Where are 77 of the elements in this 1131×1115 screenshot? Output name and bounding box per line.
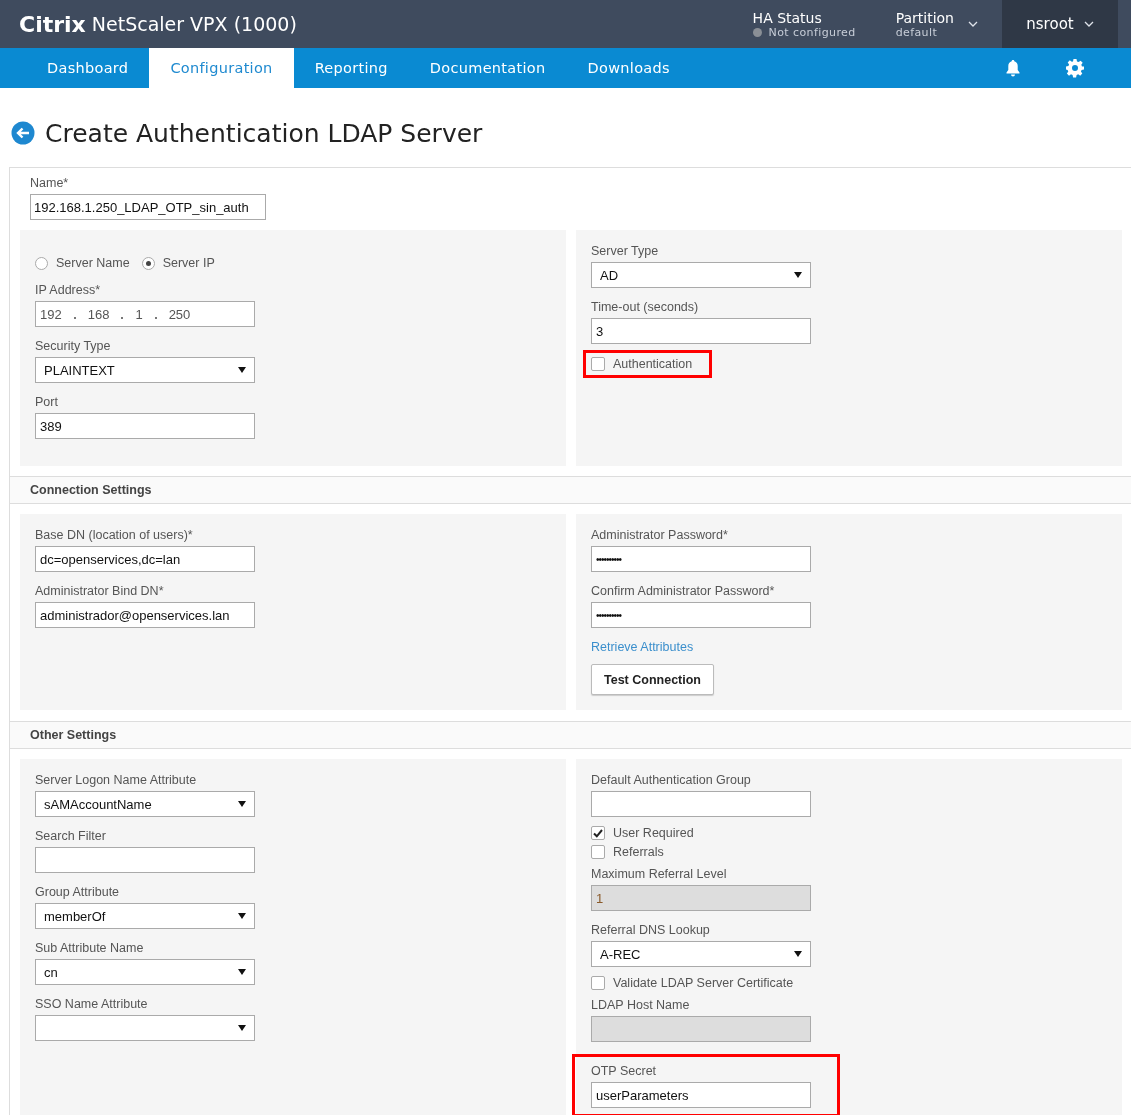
field-label: Group Attribute xyxy=(35,885,121,899)
field-label: SSO Name Attribute xyxy=(35,997,149,1011)
field-label: Time-out (seconds) xyxy=(591,300,700,314)
field-label: Security Type xyxy=(35,339,112,353)
field-label: LDAP Host Name xyxy=(591,998,691,1012)
dropdown[interactable]: sAMAccountName xyxy=(35,791,255,817)
password-input[interactable]: •••••••••• xyxy=(591,602,811,628)
chevron-down-icon xyxy=(968,21,978,27)
checkbox[interactable] xyxy=(591,975,605,990)
dropdown-arrow-icon xyxy=(238,969,246,975)
brand-name: Citrix xyxy=(19,11,86,37)
radio-button[interactable] xyxy=(35,256,48,270)
text-input[interactable] xyxy=(591,791,811,817)
ha-status-value: Not configured xyxy=(768,25,856,39)
text-input[interactable]: dc=openservices,dc=lan xyxy=(35,546,255,572)
dropdown-arrow-icon xyxy=(238,801,246,807)
field-label: Server Logon Name Attribute xyxy=(35,773,198,787)
checkbox-option[interactable]: Validate LDAP Server Certificate xyxy=(591,973,1107,992)
checkbox[interactable] xyxy=(591,356,605,371)
password-input[interactable]: •••••••••• xyxy=(591,546,811,572)
field-label: Sub Attribute Name xyxy=(35,941,145,955)
checkbox-option[interactable]: Authentication xyxy=(591,354,693,373)
nav-tab[interactable]: Documentation xyxy=(408,48,567,88)
field-label: Administrator Password* xyxy=(591,528,729,542)
nav-tab[interactable]: Dashboard xyxy=(26,48,150,88)
field-label: Base DN (location of users)* xyxy=(35,528,194,542)
product-name: NetScaler VPX (1000) xyxy=(91,13,297,35)
nav-tab[interactable]: Configuration xyxy=(149,48,294,88)
dropdown-arrow-icon xyxy=(794,272,802,278)
nav-tab[interactable]: Downloads xyxy=(566,48,691,88)
settings-icon[interactable] xyxy=(1065,58,1085,78)
dropdown[interactable] xyxy=(35,1015,255,1041)
partition-menu[interactable]: Partition default xyxy=(875,0,1002,48)
test-connection-button[interactable]: Test Connection xyxy=(591,664,714,695)
page-title: Create Authentication LDAP Server xyxy=(45,118,483,148)
dropdown[interactable]: PLAINTEXT xyxy=(35,357,255,383)
text-input[interactable]: administrador@openservices.lan xyxy=(35,602,255,628)
dropdown-arrow-icon xyxy=(794,951,802,957)
text-input[interactable] xyxy=(35,847,255,873)
field-label: Referral DNS Lookup xyxy=(591,923,711,937)
dropdown-arrow-icon xyxy=(238,1025,246,1031)
radio-button[interactable] xyxy=(141,256,155,270)
field-label: OTP Secret xyxy=(591,1064,658,1078)
field-label: Server Type xyxy=(591,244,660,258)
nav-tab[interactable]: Reporting xyxy=(293,48,409,88)
dropdown[interactable]: cn xyxy=(35,959,255,985)
name-input[interactable]: 192.168.1.250_LDAP_OTP_sin_auth xyxy=(30,194,266,220)
field-label: Maximum Referral Level xyxy=(591,867,728,881)
checkbox[interactable] xyxy=(591,825,605,840)
section-title: Other Settings xyxy=(30,728,117,742)
status-dot-icon xyxy=(752,27,762,37)
field-label: Name* xyxy=(30,176,70,190)
field-label: Port xyxy=(35,395,59,409)
bell-icon[interactable] xyxy=(1005,59,1021,77)
text-input[interactable]: 3 xyxy=(591,318,811,344)
dropdown-arrow-icon xyxy=(238,913,246,919)
chevron-down-icon xyxy=(1083,21,1094,27)
ha-status-label: HA Status xyxy=(752,9,823,26)
field-label: Default Authentication Group xyxy=(591,773,752,787)
radio-option[interactable]: Server Name xyxy=(35,256,130,270)
text-input[interactable]: userParameters xyxy=(591,1082,811,1108)
field-label: IP Address* xyxy=(35,283,102,297)
dropdown[interactable]: memberOf xyxy=(35,903,255,929)
checkbox-option[interactable]: Referrals xyxy=(591,842,1107,861)
field-label: Administrator Bind DN* xyxy=(35,584,165,598)
field-label: Search Filter xyxy=(35,829,107,843)
field-label: Confirm Administrator Password* xyxy=(591,584,776,598)
section-title: Connection Settings xyxy=(30,483,152,497)
dropdown[interactable]: AD xyxy=(591,262,811,288)
text-input[interactable]: 389 xyxy=(35,413,255,439)
dropdown-arrow-icon xyxy=(238,367,246,373)
dropdown[interactable]: A-REC xyxy=(591,941,811,967)
checkbox[interactable] xyxy=(591,844,605,859)
checkbox-option[interactable]: User Required xyxy=(591,823,1107,842)
user-menu[interactable]: nsroot xyxy=(1002,0,1118,48)
ip-address-input[interactable]: 192 168 1 250 xyxy=(35,301,255,327)
radio-option[interactable]: Server IP xyxy=(141,256,215,270)
